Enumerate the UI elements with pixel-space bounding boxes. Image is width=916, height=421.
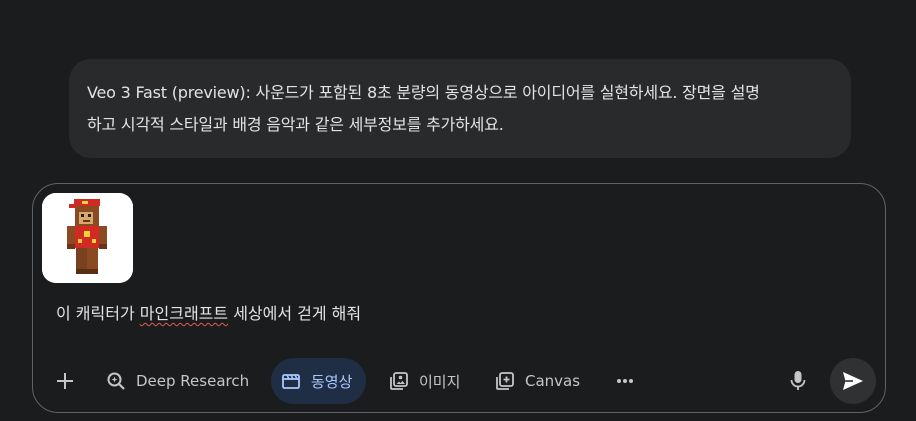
- canvas-tool-label: Canvas: [525, 372, 581, 390]
- image-tool-label: 이미지: [419, 372, 461, 391]
- prompt-composer: 이 캐릭터가 마인크래프트 세상에서 걷게 해줘 Deep Research 동…: [32, 183, 886, 413]
- deep-research-button[interactable]: Deep Research: [106, 358, 249, 404]
- image-tool-button[interactable]: 이미지: [389, 358, 460, 404]
- veo-info-message: Veo 3 Fast (preview): 사운드가 포함된 8초 분량의 동영…: [69, 59, 851, 158]
- info-line-2: 하고 시각적 스타일과 배경 음악과 같은 세부정보를 추가하세요.: [87, 115, 504, 134]
- video-tool-label: 동영상: [311, 372, 353, 391]
- composer-toolbar: Deep Research 동영상 이미지 Canvas: [33, 358, 885, 404]
- send-button[interactable]: [830, 358, 876, 404]
- more-horiz-icon: [617, 379, 633, 383]
- clapperboard-icon: [282, 374, 300, 389]
- video-tool-button[interactable]: 동영상: [271, 358, 367, 404]
- canvas-tool-button[interactable]: Canvas: [495, 358, 580, 404]
- microphone-button[interactable]: [786, 358, 810, 404]
- deep-research-label: Deep Research: [136, 372, 250, 390]
- gemini-page: Veo 3 Fast (preview): 사운드가 포함된 8초 분량의 동영…: [0, 0, 916, 421]
- prompt-text-misspelled-word: 마인크래프트: [139, 304, 229, 323]
- add-files-button[interactable]: [52, 358, 78, 404]
- prompt-text-part1: 이 캐릭터가: [56, 304, 140, 323]
- deep-research-icon: [107, 372, 125, 390]
- canvas-icon: [496, 372, 514, 390]
- prompt-text-part2: 세상에서 걷게 해줘: [228, 304, 362, 323]
- info-line-1: Veo 3 Fast (preview): 사운드가 포함된 8초 분량의 동영…: [87, 83, 760, 102]
- send-icon: [843, 372, 863, 390]
- more-tools-button[interactable]: [615, 358, 635, 404]
- mic-icon: [790, 371, 806, 390]
- attached-image-thumbnail[interactable]: [42, 193, 133, 283]
- minecraft-character-image: [42, 193, 133, 283]
- prompt-input[interactable]: 이 캐릭터가 마인크래프트 세상에서 걷게 해줘: [56, 302, 361, 326]
- plus-icon: [57, 373, 73, 389]
- image-gallery-icon: [390, 372, 408, 390]
